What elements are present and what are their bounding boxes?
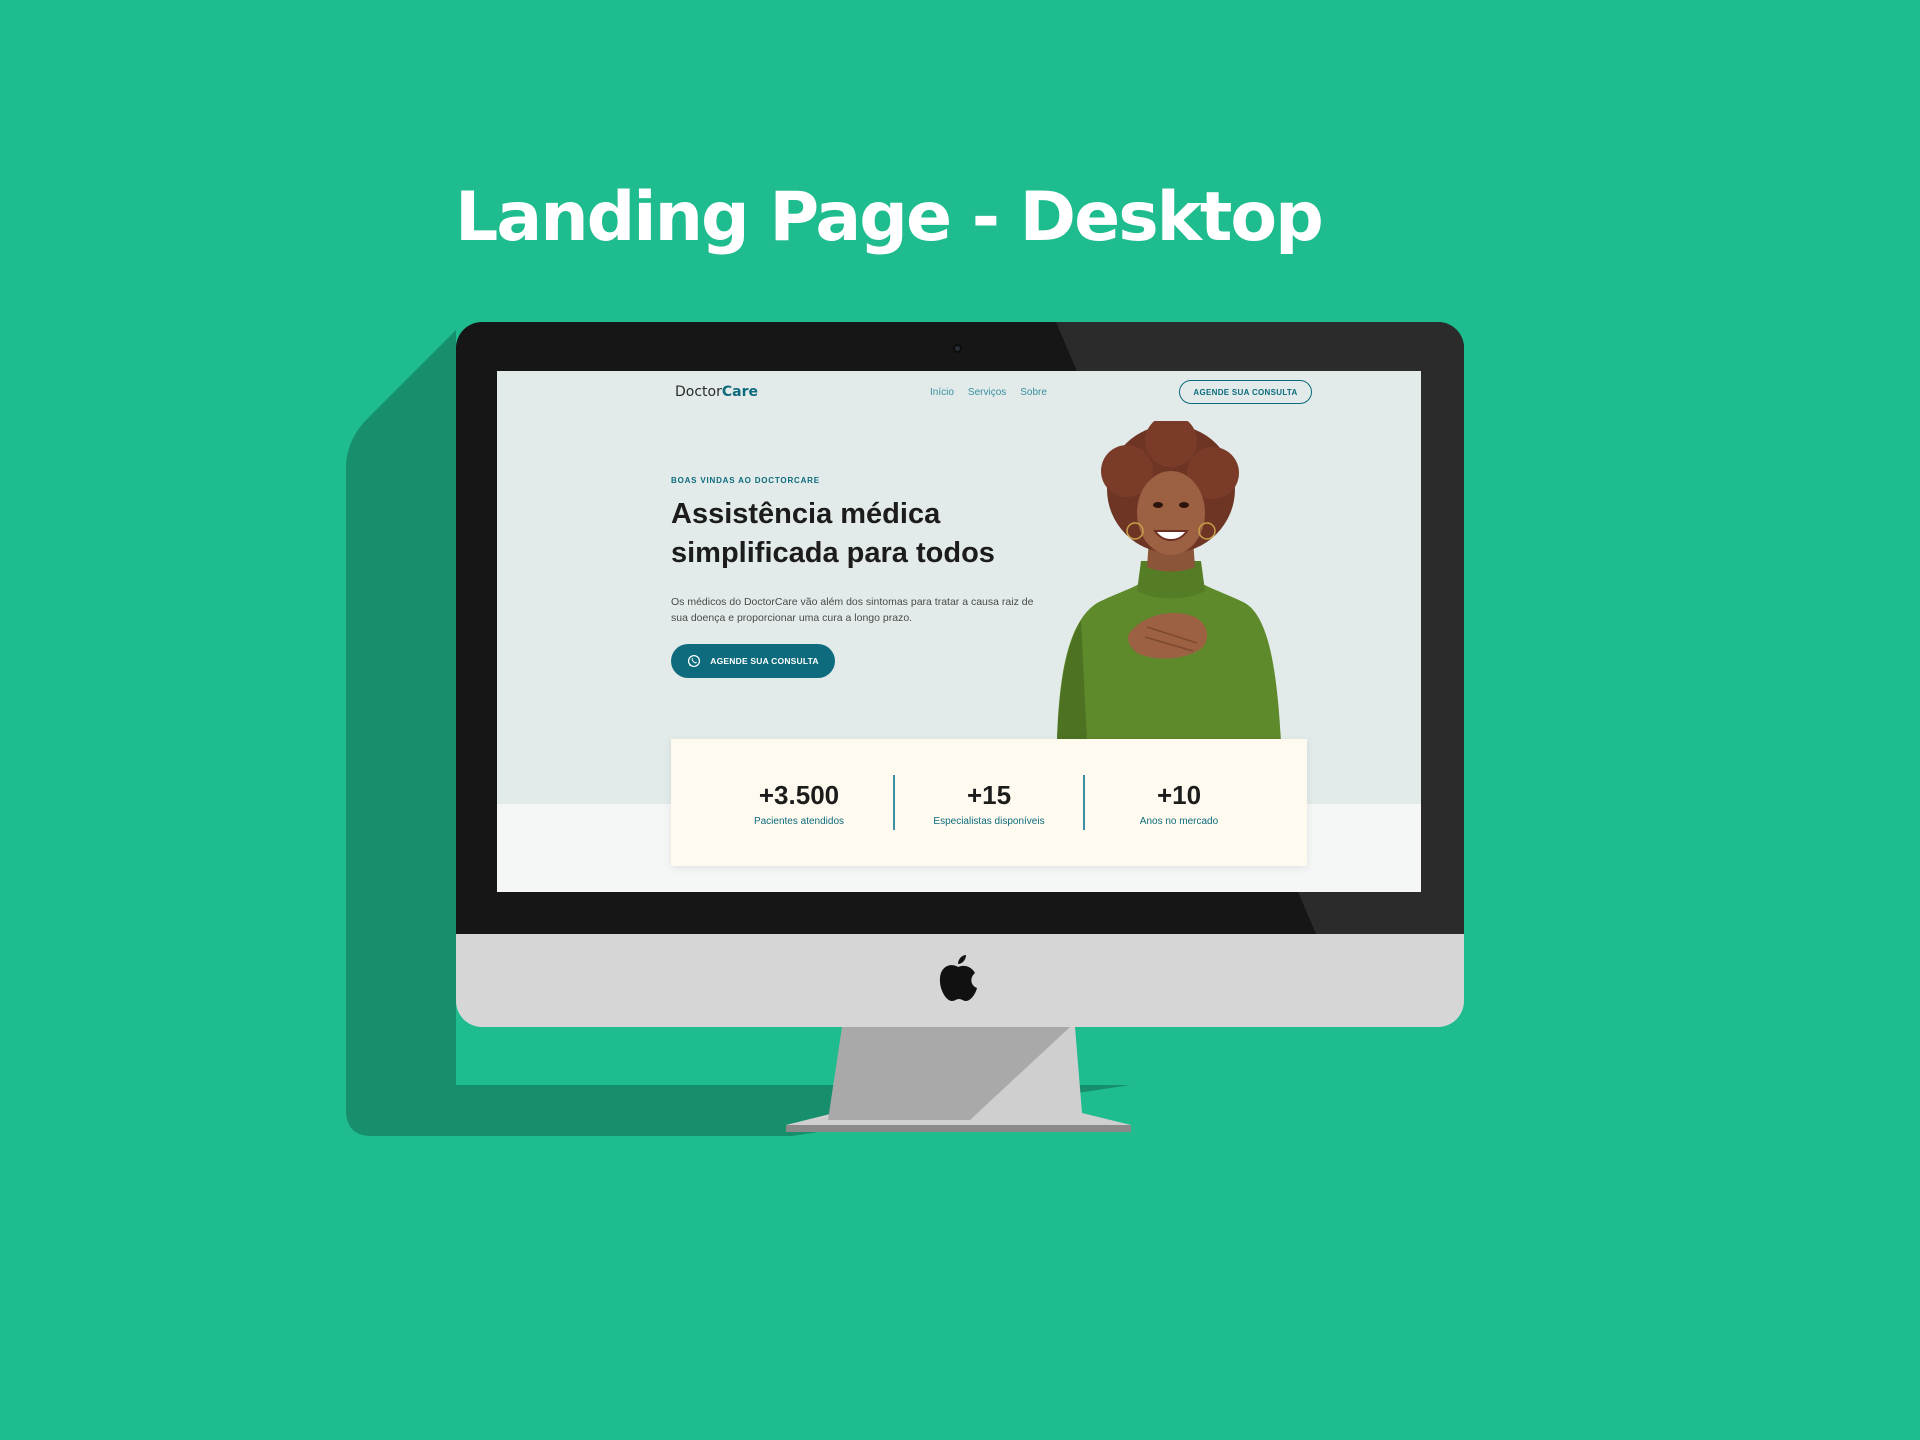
nav-item-inicio[interactable]: Início bbox=[930, 387, 954, 398]
website-screen: DoctorCare Início Serviços Sobre AGENDE … bbox=[497, 371, 1421, 892]
stat-label: Anos no mercado bbox=[1139, 815, 1219, 827]
stats-card: +3.500 Pacientes atendidos +15 Especiali… bbox=[671, 739, 1307, 866]
nav-item-sobre[interactable]: Sobre bbox=[1020, 387, 1047, 398]
main-nav: Início Serviços Sobre bbox=[930, 387, 1047, 398]
stat-specialists: +15 Especialistas disponíveis bbox=[895, 779, 1083, 827]
apple-logo-icon bbox=[939, 955, 977, 1001]
stat-value: +15 bbox=[966, 779, 1012, 810]
showcase-title: Landing Page - Desktop bbox=[455, 178, 1324, 257]
hero-description: Os médicos do DoctorCare vão além dos si… bbox=[671, 596, 1034, 624]
stat-years: +10 Anos no mercado bbox=[1085, 779, 1273, 827]
stat-label: Especialistas disponíveis bbox=[933, 815, 1045, 827]
hero-eyebrow: BOAS VINDAS AO DOCTORCARE bbox=[671, 476, 820, 485]
showcase-scene: Landing Page - Desktop DoctorCare Início… bbox=[0, 0, 1920, 1440]
header-schedule-button[interactable]: AGENDE SUA CONSULTA bbox=[1179, 380, 1312, 404]
stat-label: Pacientes atendidos bbox=[753, 815, 845, 827]
logo-text-doctor: Doctor bbox=[675, 384, 722, 400]
logo-text-care: Care bbox=[721, 384, 758, 400]
nav-item-servicos[interactable]: Serviços bbox=[968, 387, 1006, 398]
camera-icon bbox=[953, 344, 962, 353]
hero-schedule-button[interactable]: AGENDE SUA CONSULTA bbox=[671, 644, 835, 678]
site-logo[interactable]: DoctorCare bbox=[675, 384, 758, 400]
hero-portrait bbox=[1057, 421, 1281, 741]
stat-value: +10 bbox=[1156, 779, 1202, 810]
whatsapp-icon bbox=[688, 654, 701, 668]
stat-patients: +3.500 Pacientes atendidos bbox=[705, 779, 893, 827]
hero-cta-label: AGENDE SUA CONSULTA bbox=[710, 656, 819, 666]
stat-value: +3.500 bbox=[758, 779, 840, 810]
hero-headline: Assistência médica simplificada para tod… bbox=[671, 498, 995, 569]
